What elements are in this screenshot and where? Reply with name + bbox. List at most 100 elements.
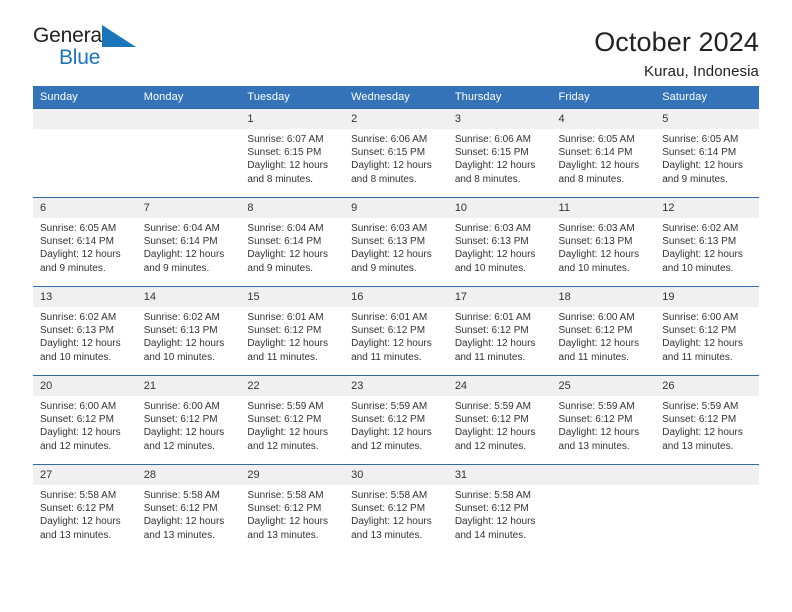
sunrise-time: Sunrise: 5:58 AM [351,490,428,501]
day-number: 9 [344,198,448,218]
sunset-time: Sunset: 6:12 PM [40,503,114,515]
daylight-duration-line2: and 12 minutes. [143,440,215,452]
sunrise-sunset-calendar: Sunday Monday Tuesday Wednesday Thursday… [33,86,759,554]
daylight-duration-line2: and 10 minutes. [558,262,630,274]
day-number: 21 [136,376,241,396]
calendar-day-cell[interactable]: 23 Sunrise: 5:59 AM Sunset: 6:12 PM Dayligh… [344,375,448,465]
daylight-duration-line1: Daylight: 12 hours [143,427,225,439]
sunset-time: Sunset: 6:13 PM [40,325,114,337]
daylight-duration-line1: Daylight: 12 hours [454,160,536,172]
calendar-day-cell[interactable]: 9 Sunrise: 6:03 AM Sunset: 6:13 PM Daylight… [344,197,448,287]
calendar-day-cell[interactable]: 19 Sunrise: 6:00 AM Sunset: 6:12 PM Dayligh… [655,286,759,376]
calendar-day-cell[interactable]: 17 Sunrise: 6:01 AM Sunset: 6:12 PM Dayligh… [447,286,552,376]
sunrise-time: Sunrise: 6:02 AM [143,312,220,323]
sunset-time: Sunset: 6:12 PM [662,325,737,337]
calendar-day-cell[interactable]: 13 Sunrise: 6:02 AM Sunset: 6:13 PM Dayligh… [33,286,137,376]
sunset-time: Sunset: 6:13 PM [558,236,633,248]
daylight-duration-line1: Daylight: 12 hours [558,338,640,350]
day-number: 31 [447,465,552,485]
calendar-day-cell[interactable]: 24 Sunrise: 5:59 AM Sunset: 6:12 PM Dayligh… [447,375,552,465]
calendar-day-cell[interactable]: 1 Sunrise: 6:07 AM Sunset: 6:15 PM Daylight… [240,108,345,198]
day-details: Sunrise: 6:00 AM Sunset: 6:12 PM Daylight:… [33,396,137,453]
calendar-day-cell[interactable]: 5 Sunrise: 6:05 AM Sunset: 6:14 PM Daylight… [655,108,759,198]
sunrise-time: Sunrise: 6:06 AM [454,134,531,145]
calendar-day-cell[interactable]: 18 Sunrise: 6:00 AM Sunset: 6:12 PM Dayligh… [551,286,656,376]
sunrise-time: Sunrise: 5:59 AM [351,401,428,412]
sunset-time: Sunset: 6:14 PM [40,236,114,248]
calendar-week-row: 27 Sunrise: 5:58 AM Sunset: 6:12 PM Dayligh… [33,464,759,554]
sunset-time: Sunset: 6:12 PM [351,503,426,515]
weekday-header-row: Sunday Monday Tuesday Wednesday Thursday… [33,86,759,109]
general-blue-logo[interactable]: General Blue [33,24,148,72]
day-number: 1 [240,109,345,129]
sunrise-time: Sunrise: 5:59 AM [662,401,739,412]
day-number: 8 [240,198,345,218]
day-number: 14 [136,287,241,307]
sunset-time: Sunset: 6:15 PM [247,147,322,159]
calendar-day-cell[interactable]: 28 Sunrise: 5:58 AM Sunset: 6:12 PM Dayligh… [136,464,241,554]
daylight-duration-line2: and 9 minutes. [40,262,106,274]
calendar-day-cell[interactable]: 29 Sunrise: 5:58 AM Sunset: 6:12 PM Dayligh… [240,464,345,554]
daylight-duration-line2: and 8 minutes. [351,173,417,185]
calendar-day-cell[interactable]: 3 Sunrise: 6:06 AM Sunset: 6:15 PM Daylight… [447,108,552,198]
calendar-day-cell[interactable]: 25 Sunrise: 5:59 AM Sunset: 6:12 PM Dayligh… [551,375,656,465]
daylight-duration-line2: and 8 minutes. [558,173,625,185]
logo-text-blue: Blue [59,46,101,69]
daylight-duration-line1: Daylight: 12 hours [558,160,640,172]
calendar-day-cell[interactable]: 12 Sunrise: 6:02 AM Sunset: 6:13 PM Dayligh… [655,197,759,287]
calendar-day-cell[interactable]: 2 Sunrise: 6:06 AM Sunset: 6:15 PM Daylight… [344,108,448,198]
calendar-day-cell[interactable]: 10 Sunrise: 6:03 AM Sunset: 6:13 PM Dayligh… [447,197,552,287]
calendar-day-cell-empty [551,464,656,554]
daylight-duration-line1: Daylight: 12 hours [247,427,329,439]
day-number: 3 [447,109,552,129]
calendar-day-cell[interactable]: 31 Sunrise: 5:58 AM Sunset: 6:12 PM Dayligh… [447,464,552,554]
day-details: Sunrise: 6:02 AM Sunset: 6:13 PM Daylight:… [33,307,137,364]
day-details: Sunrise: 5:58 AM Sunset: 6:12 PM Daylight:… [240,485,344,542]
sunrise-time: Sunrise: 6:01 AM [454,312,531,323]
calendar-day-cell-empty [33,108,137,198]
daylight-duration-line2: and 12 minutes. [247,440,319,452]
day-details: Sunrise: 5:58 AM Sunset: 6:12 PM Daylight:… [33,485,137,542]
day-number: 7 [136,198,241,218]
calendar-day-cell[interactable]: 26 Sunrise: 5:59 AM Sunset: 6:12 PM Dayligh… [655,375,759,465]
sunset-time: Sunset: 6:12 PM [558,325,633,337]
calendar-day-cell[interactable]: 7 Sunrise: 6:04 AM Sunset: 6:14 PM Daylight… [136,197,241,287]
weekday-header-monday: Monday [136,86,241,109]
daylight-duration-line2: and 13 minutes. [662,440,734,452]
calendar-day-cell[interactable]: 21 Sunrise: 6:00 AM Sunset: 6:12 PM Dayligh… [136,375,241,465]
daylight-duration-line2: and 11 minutes. [454,351,526,363]
sunrise-time: Sunrise: 5:58 AM [40,490,117,501]
sunset-time: Sunset: 6:14 PM [143,236,218,248]
calendar-day-cell[interactable]: 11 Sunrise: 6:03 AM Sunset: 6:13 PM Dayligh… [551,197,656,287]
sunset-time: Sunset: 6:12 PM [40,414,114,426]
day-details: Sunrise: 6:01 AM Sunset: 6:12 PM Daylight:… [240,307,344,364]
calendar-day-cell[interactable]: 4 Sunrise: 6:05 AM Sunset: 6:14 PM Daylight… [551,108,656,198]
sunrise-time: Sunrise: 5:59 AM [454,401,531,412]
daylight-duration-line1: Daylight: 12 hours [40,516,121,528]
daylight-duration-line2: and 13 minutes. [40,529,112,541]
calendar-day-cell[interactable]: 14 Sunrise: 6:02 AM Sunset: 6:13 PM Dayligh… [136,286,241,376]
logo-text-general: General [33,24,107,47]
sunrise-time: Sunrise: 6:02 AM [40,312,117,323]
calendar-day-cell[interactable]: 16 Sunrise: 6:01 AM Sunset: 6:12 PM Dayligh… [344,286,448,376]
daylight-duration-line1: Daylight: 12 hours [454,249,536,261]
calendar-day-cell[interactable]: 6 Sunrise: 6:05 AM Sunset: 6:14 PM Daylight… [33,197,137,287]
calendar-day-cell[interactable]: 30 Sunrise: 5:58 AM Sunset: 6:12 PM Dayligh… [344,464,448,554]
day-details: Sunrise: 6:05 AM Sunset: 6:14 PM Daylight:… [655,129,759,186]
day-details: Sunrise: 6:04 AM Sunset: 6:14 PM Daylight:… [137,218,241,275]
calendar-day-cell[interactable]: 8 Sunrise: 6:04 AM Sunset: 6:14 PM Daylight… [240,197,345,287]
daylight-duration-line1: Daylight: 12 hours [247,160,329,172]
calendar-day-cell[interactable]: 15 Sunrise: 6:01 AM Sunset: 6:12 PM Dayligh… [240,286,345,376]
calendar-day-cell[interactable]: 22 Sunrise: 5:59 AM Sunset: 6:12 PM Dayligh… [240,375,345,465]
day-number: 10 [447,198,552,218]
daylight-duration-line1: Daylight: 12 hours [143,338,225,350]
sunset-time: Sunset: 6:12 PM [662,414,737,426]
day-number: 22 [240,376,345,396]
calendar-day-cell[interactable]: 20 Sunrise: 6:00 AM Sunset: 6:12 PM Dayligh… [33,375,137,465]
day-number: 4 [551,109,656,129]
page-subtitle-location: Kurau, Indonesia [643,63,759,80]
weekday-header-tuesday: Tuesday [240,86,345,109]
day-number [136,109,241,129]
calendar-day-cell-empty [655,464,759,554]
calendar-day-cell[interactable]: 27 Sunrise: 5:58 AM Sunset: 6:12 PM Dayligh… [33,464,137,554]
